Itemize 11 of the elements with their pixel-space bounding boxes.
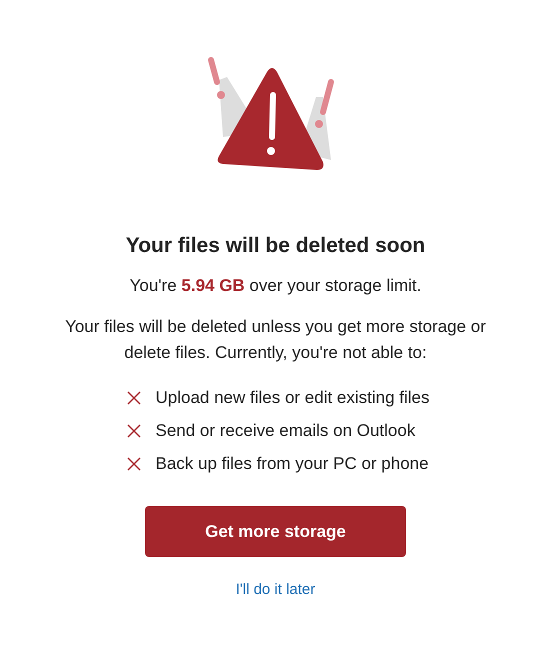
explanation-text: Your files will be deleted unless you get more storage or delete files. Currently, you're not able to: [64, 316, 487, 364]
get-storage-button[interactable]: Get more storage [145, 506, 406, 557]
dialog-title: Your files will be deleted soon [126, 234, 426, 258]
cross-icon [127, 391, 142, 405]
summary-text: You're 5.94 GB over your storage limit. [130, 276, 422, 296]
later-link[interactable]: I'll do it later [236, 581, 316, 598]
restriction-text: Send or receive emails on Outlook [155, 421, 416, 441]
cross-icon [127, 457, 142, 471]
restriction-text: Back up files from your PC or phone [155, 454, 429, 474]
restriction-text: Upload new files or edit existing files [155, 388, 430, 408]
cross-icon [127, 424, 142, 438]
